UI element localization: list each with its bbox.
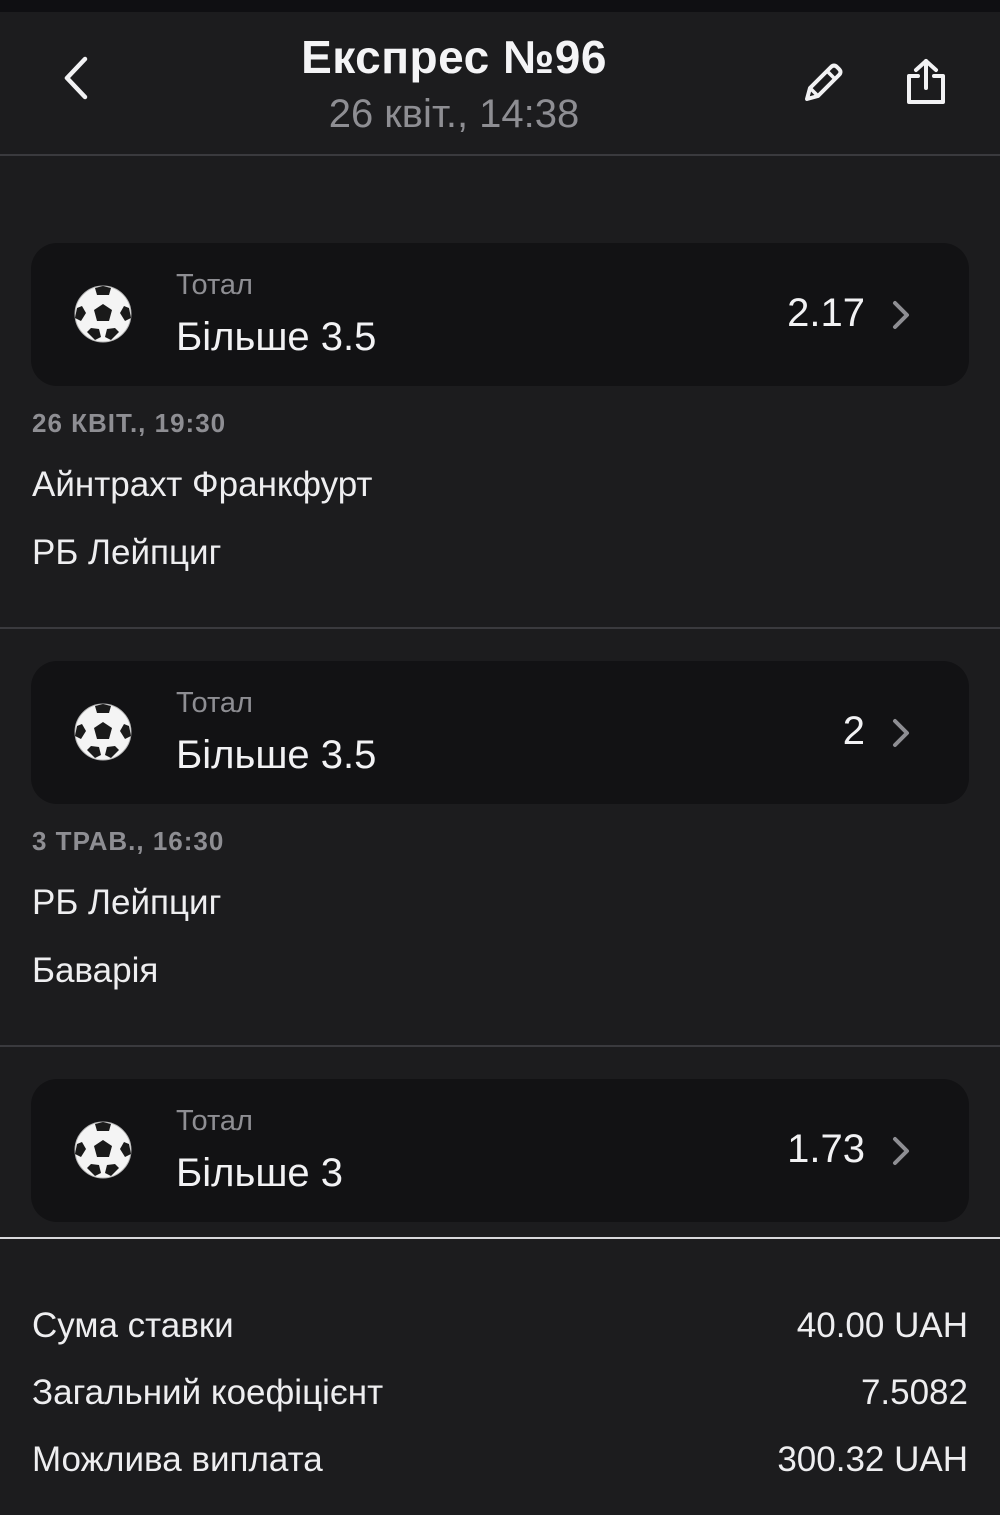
selection-label: Більше 3	[176, 1151, 344, 1195]
soccer-ball-icon	[74, 285, 132, 343]
share-button[interactable]	[898, 54, 954, 110]
market-label: Тотал	[176, 1105, 253, 1137]
edit-button[interactable]	[796, 56, 850, 110]
soccer-ball-icon	[74, 1121, 132, 1179]
pencil-icon	[805, 63, 843, 101]
stake-value: 40.00 UAH	[796, 1306, 968, 1345]
selection-label: Більше 3.5	[176, 315, 377, 359]
market-label: Тотал	[176, 269, 253, 301]
event-date: 3 ТРАВ., 16:30	[32, 826, 225, 856]
chevron-right-icon	[893, 1137, 909, 1165]
event-date: 26 КВІТ., 19:30	[32, 408, 227, 438]
selection-label: Більше 3.5	[176, 733, 377, 777]
total-coef-value: 7.5082	[860, 1373, 968, 1412]
away-team: Баварія	[32, 951, 159, 990]
bet-card[interactable]: Тотал Більше 3 1.73	[31, 1079, 969, 1222]
share-icon	[907, 59, 945, 104]
payout-label: Можлива виплата	[32, 1440, 323, 1479]
header: Експрес №96 26 квіт., 14:38	[0, 12, 1000, 156]
chevron-right-icon	[893, 719, 909, 747]
away-team: РБ Лейпциг	[32, 533, 222, 572]
home-team: Айнтрахт Франкфурт	[32, 465, 373, 504]
stake-label: Сума ставки	[32, 1306, 234, 1345]
chevron-right-icon	[893, 301, 909, 329]
summary-divider	[0, 1237, 1000, 1239]
divider	[0, 1045, 1000, 1047]
home-team: РБ Лейпциг	[32, 883, 222, 922]
soccer-ball-icon	[74, 703, 132, 761]
page-title: Експрес №96	[301, 31, 607, 83]
divider	[0, 627, 1000, 629]
bet-card[interactable]: Тотал Більше 3.5 2	[31, 661, 969, 804]
odds-value: 1.73	[787, 1127, 865, 1171]
status-strip	[0, 0, 1000, 12]
bet-card[interactable]: Тотал Більше 3.5 2.17	[31, 243, 969, 386]
total-coef-label: Загальний коефіцієнт	[32, 1373, 384, 1412]
market-label: Тотал	[176, 687, 253, 719]
odds-value: 2	[842, 709, 865, 753]
page-subtitle: 26 квіт., 14:38	[328, 92, 580, 136]
payout-value: 300.32 UAH	[777, 1440, 968, 1479]
odds-value: 2.17	[787, 291, 865, 335]
